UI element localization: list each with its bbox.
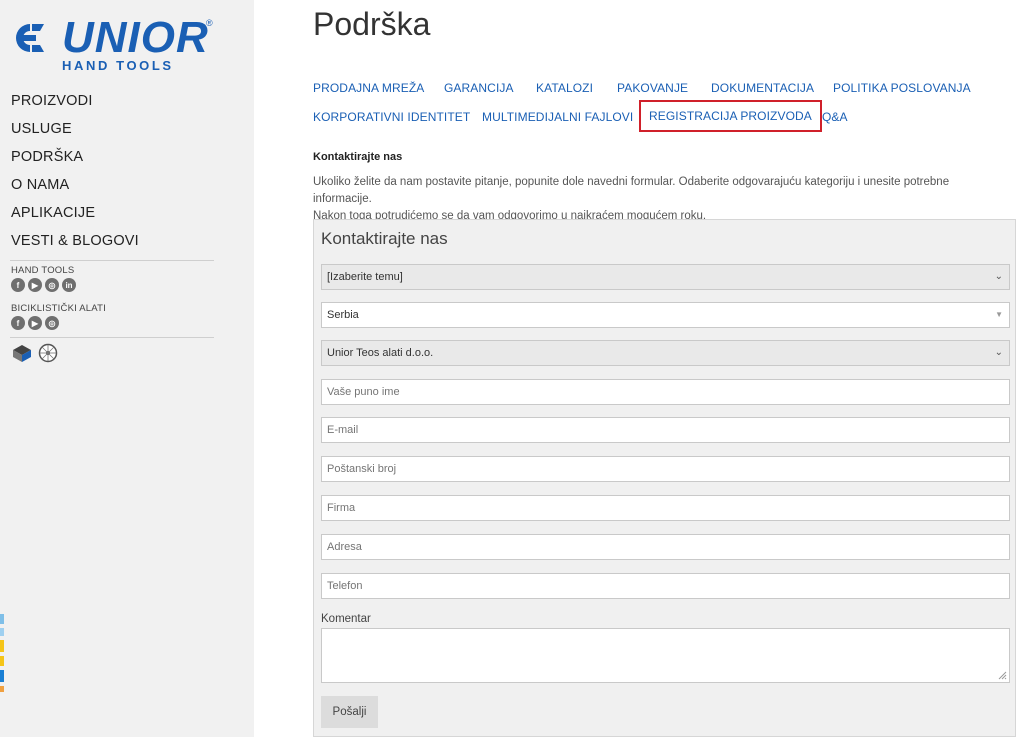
tab-multimedijalni-fajlovi[interactable]: MULTIMEDIJALNI FAJLOVI [482,110,633,124]
linkedin-icon[interactable]: in [62,278,76,292]
tab-prodajna-mreza[interactable]: PRODAJNA MREŽA [313,81,424,95]
address-input[interactable] [321,534,1010,560]
tab-politika-poslovanja[interactable]: POLITIKA POSLOVANJA [833,81,971,95]
nav-item-vesti-blogovi[interactable]: VESTI & BLOGOVI [11,228,139,256]
nav-item-aplikacije[interactable]: APLIKACIJE [11,200,139,228]
comment-label: Komentar [321,613,371,625]
social-label-bike-tools: BICIKLISTIČKI ALATI [11,303,106,314]
nav-item-o-nama[interactable]: O NAMA [11,172,139,200]
country-select-value: Serbia [327,309,359,321]
country-select[interactable]: Serbia ▼ [321,302,1010,328]
social-row-bike-tools: f ▶ ◎ [11,316,59,330]
unior-logo[interactable]: UNIOR ® HAND TOOLS [10,14,220,74]
instagram-icon[interactable]: ◎ [45,278,59,292]
comment-textarea[interactable] [321,628,1010,683]
tab-korporativni-identitet[interactable]: KORPORATIVNI IDENTITET [313,110,470,124]
youtube-icon[interactable]: ▶ [28,316,42,330]
topic-select-value: [Izaberite temu] [327,271,403,283]
sidebar-divider [10,260,214,261]
unior-logo-mark-icon [16,24,44,52]
contact-heading: Kontaktirajte nas [313,151,403,163]
nav-item-proizvodi[interactable]: PROIZVODI [11,88,139,116]
contact-form: Kontaktirajte nas [Izaberite temu] ⌄ Ser… [313,219,1016,737]
sidebar: UNIOR ® HAND TOOLS PROIZVODI USLUGE PODR… [0,0,254,737]
page-title: Podrška [313,6,431,42]
logo-wordmark: UNIOR [62,13,209,62]
chevron-down-icon: ⌄ [994,271,1003,282]
postal-code-input[interactable] [321,456,1010,482]
email-input[interactable] [321,417,1010,443]
company-select[interactable]: Unior Teos alati d.o.o. ⌄ [321,340,1010,366]
facebook-icon[interactable]: f [11,316,25,330]
social-row-hand-tools: f ▶ ◎ in [11,278,76,292]
topic-select[interactable]: [Izaberite temu] ⌄ [321,264,1010,290]
caret-down-icon: ▼ [995,310,1003,319]
main-nav: PROIZVODI USLUGE PODRŠKA O NAMA APLIKACI… [11,88,139,256]
youtube-icon[interactable]: ▶ [28,278,42,292]
tab-dokumentacija[interactable]: DOKUMENTACIJA [711,81,814,95]
sidebar-divider [10,337,214,338]
bike-wheel-app-icon[interactable] [37,343,59,363]
contact-intro-line-1: Ukoliko želite da nam postavite pitanje,… [313,176,950,205]
app-links [11,343,59,363]
social-label-hand-tools: HAND TOOLS [11,265,75,276]
tab-q-and-a[interactable]: Q&A [822,110,848,124]
logo-tagline: HAND TOOLS [62,58,174,73]
chevron-down-icon: ⌄ [994,347,1003,358]
contact-intro: Ukoliko želite da nam postavite pitanje,… [313,174,1003,225]
tab-pakovanje[interactable]: PAKOVANJE [617,81,688,95]
full-name-input[interactable] [321,379,1010,405]
form-title: Kontaktirajte nas [321,229,448,248]
company-select-value: Unior Teos alati d.o.o. [327,347,434,359]
submit-button[interactable]: Pošalji [321,696,378,728]
instagram-icon[interactable]: ◎ [45,316,59,330]
tab-registracija-proizvoda[interactable]: REGISTRACIJA PROIZVODA [639,100,822,132]
phone-input[interactable] [321,573,1010,599]
nav-item-usluge[interactable]: USLUGE [11,116,139,144]
company-input[interactable] [321,495,1010,521]
tab-garancija[interactable]: GARANCIJA [444,81,514,95]
tab-katalozi[interactable]: KATALOZI [536,81,593,95]
resize-grip-icon[interactable] [997,670,1007,680]
nav-item-podrska[interactable]: PODRŠKA [11,144,139,172]
facebook-icon[interactable]: f [11,278,25,292]
edge-color-marks [0,614,4,696]
tools-app-icon[interactable] [11,343,33,363]
registered-mark: ® [206,18,213,28]
